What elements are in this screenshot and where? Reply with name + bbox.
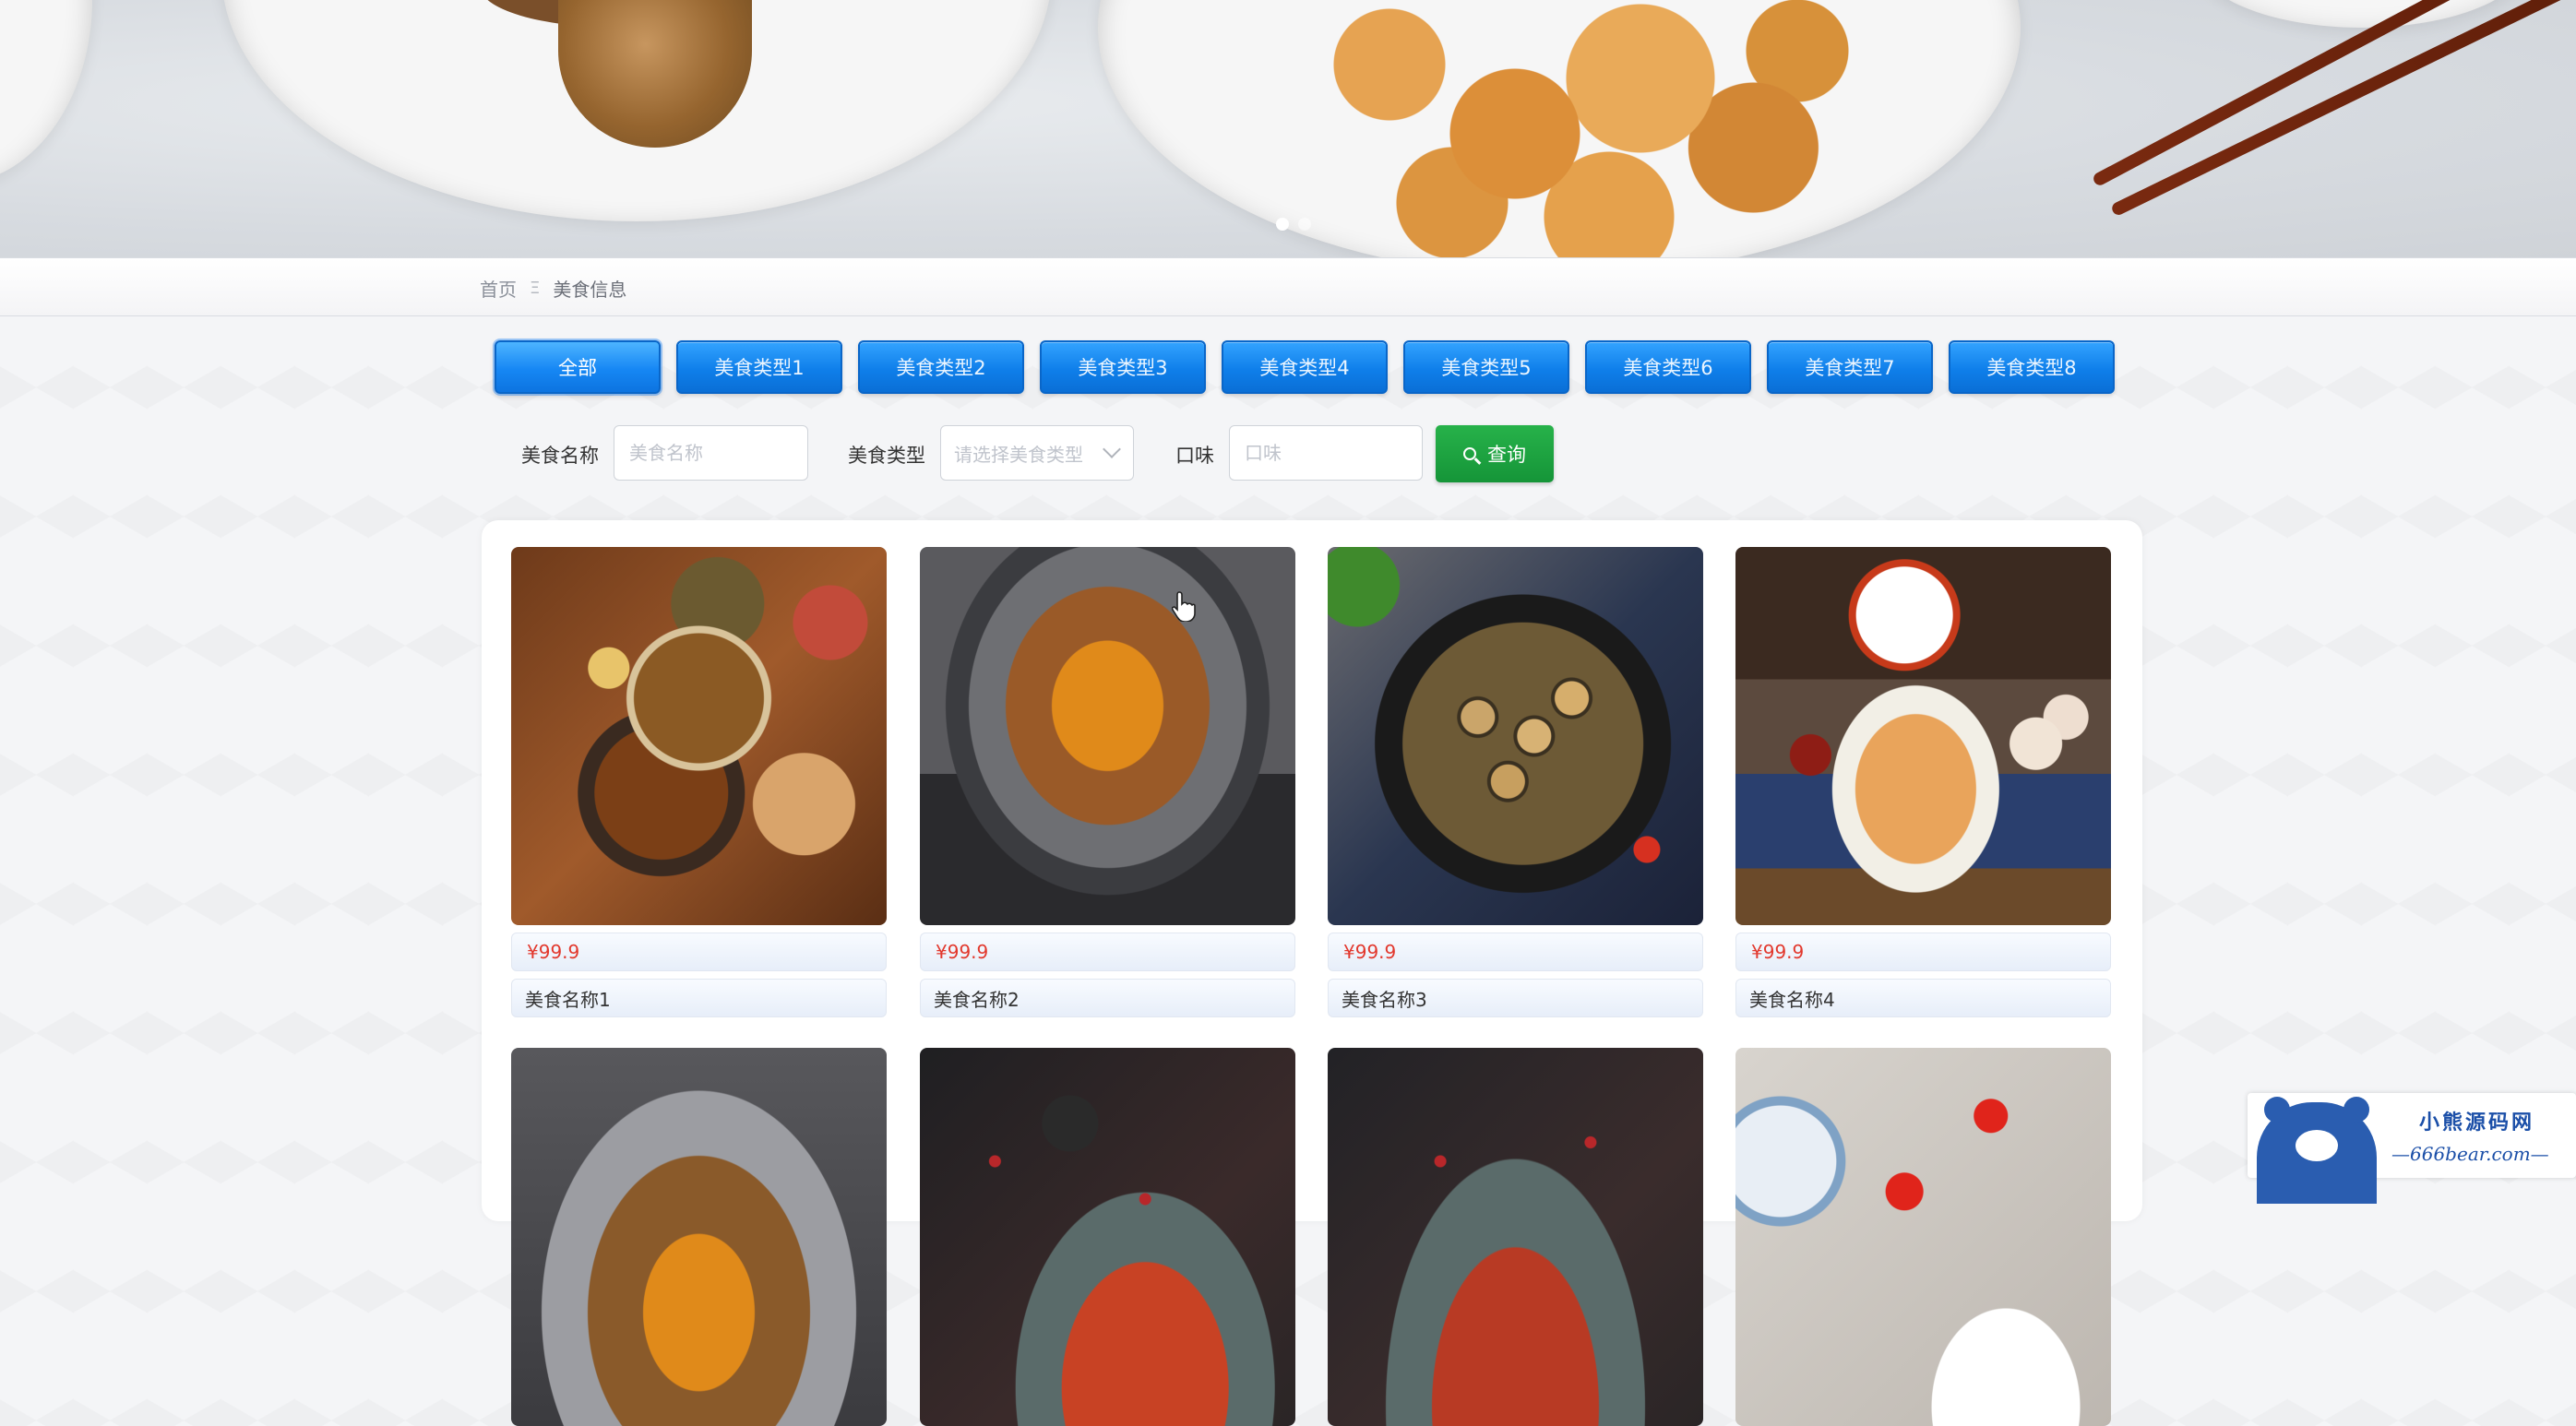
food-card[interactable] [511,1048,887,1426]
hero-banner[interactable] [0,0,2576,257]
tab-category-7[interactable]: 美食类型7 [1767,340,1933,394]
banner-chopstick [2109,0,2576,218]
banner-plate [0,0,92,184]
tab-all[interactable]: 全部 [495,340,661,394]
breadcrumb-current: 美食信息 [553,279,627,301]
banner-chopstick [2091,0,2576,188]
tab-category-5[interactable]: 美食类型5 [1403,340,1569,394]
food-price: ¥99.9 [1328,933,1703,971]
food-card[interactable]: ¥99.9 美食名称1 [511,547,887,1017]
carousel-dot[interactable] [1276,218,1289,231]
tab-category-3[interactable]: 美食类型3 [1040,340,1206,394]
food-type-label: 美食类型 [848,445,925,467]
breadcrumb-bar: 首页 Ξ 美食信息 [0,257,2576,316]
food-card[interactable]: ¥99.9 美食名称4 [1735,547,2111,1017]
search-form: 美食名称 美食类型 请选择美食类型 口味 查询 [0,425,2576,482]
banner-fried-chicken [1264,0,1891,257]
food-image[interactable] [511,547,887,925]
food-price: ¥99.9 [511,933,887,971]
food-card[interactable] [1735,1048,2111,1426]
food-name-input[interactable] [614,425,808,481]
food-image[interactable] [1328,1048,1703,1426]
food-price: ¥99.9 [920,933,1295,971]
food-card[interactable]: ¥99.9 美食名称2 [920,547,1295,1017]
search-button-label: 查询 [1487,444,1526,466]
food-name[interactable]: 美食名称3 [1328,979,1703,1017]
food-name[interactable]: 美食名称4 [1735,979,2111,1017]
food-image[interactable] [1735,1048,2111,1426]
watermark-logo: 小熊源码网 —666bear.com— [2248,1093,2576,1204]
food-image[interactable] [1735,547,2111,925]
bear-logo-icon [2257,1097,2377,1204]
breadcrumb-separator: Ξ [530,279,541,298]
banner-plate [2196,0,2528,28]
category-tabs: 全部 美食类型1 美食类型2 美食类型3 美食类型4 美食类型5 美食类型6 美… [495,340,2115,394]
tab-category-1[interactable]: 美食类型1 [676,340,842,394]
tab-category-4[interactable]: 美食类型4 [1222,340,1388,394]
food-image[interactable] [511,1048,887,1426]
food-type-select[interactable]: 请选择美食类型 [940,425,1134,481]
breadcrumb-home[interactable]: 首页 [480,275,517,302]
food-name[interactable]: 美食名称1 [511,979,887,1017]
food-price: ¥99.9 [1735,933,2111,971]
tab-category-8[interactable]: 美食类型8 [1949,340,2115,394]
carousel-indicators [1276,218,1311,231]
watermark-site: —666bear.com— [2391,1143,2549,1165]
food-type-placeholder: 请选择美食类型 [954,443,1083,466]
food-card[interactable] [920,1048,1295,1426]
food-image[interactable] [920,1048,1295,1426]
search-icon [1463,447,1476,460]
food-card[interactable] [1328,1048,1703,1426]
breadcrumb: 首页 Ξ 美食信息 [480,275,626,302]
food-image[interactable] [1328,547,1703,925]
chevron-down-icon [1103,440,1121,458]
food-card[interactable]: ¥99.9 美食名称3 [1328,547,1703,1017]
watermark-title: 小熊源码网 [2419,1111,2535,1135]
food-image[interactable] [920,547,1295,925]
taste-input[interactable] [1229,425,1423,481]
food-name-label: 美食名称 [521,445,599,467]
food-name[interactable]: 美食名称2 [920,979,1295,1017]
tab-category-6[interactable]: 美食类型6 [1585,340,1751,394]
tab-category-2[interactable]: 美食类型2 [858,340,1024,394]
hand-cursor-icon [1172,591,1196,622]
taste-label: 口味 [1175,445,1214,467]
carousel-dot[interactable] [1298,218,1311,231]
search-button[interactable]: 查询 [1436,425,1554,482]
